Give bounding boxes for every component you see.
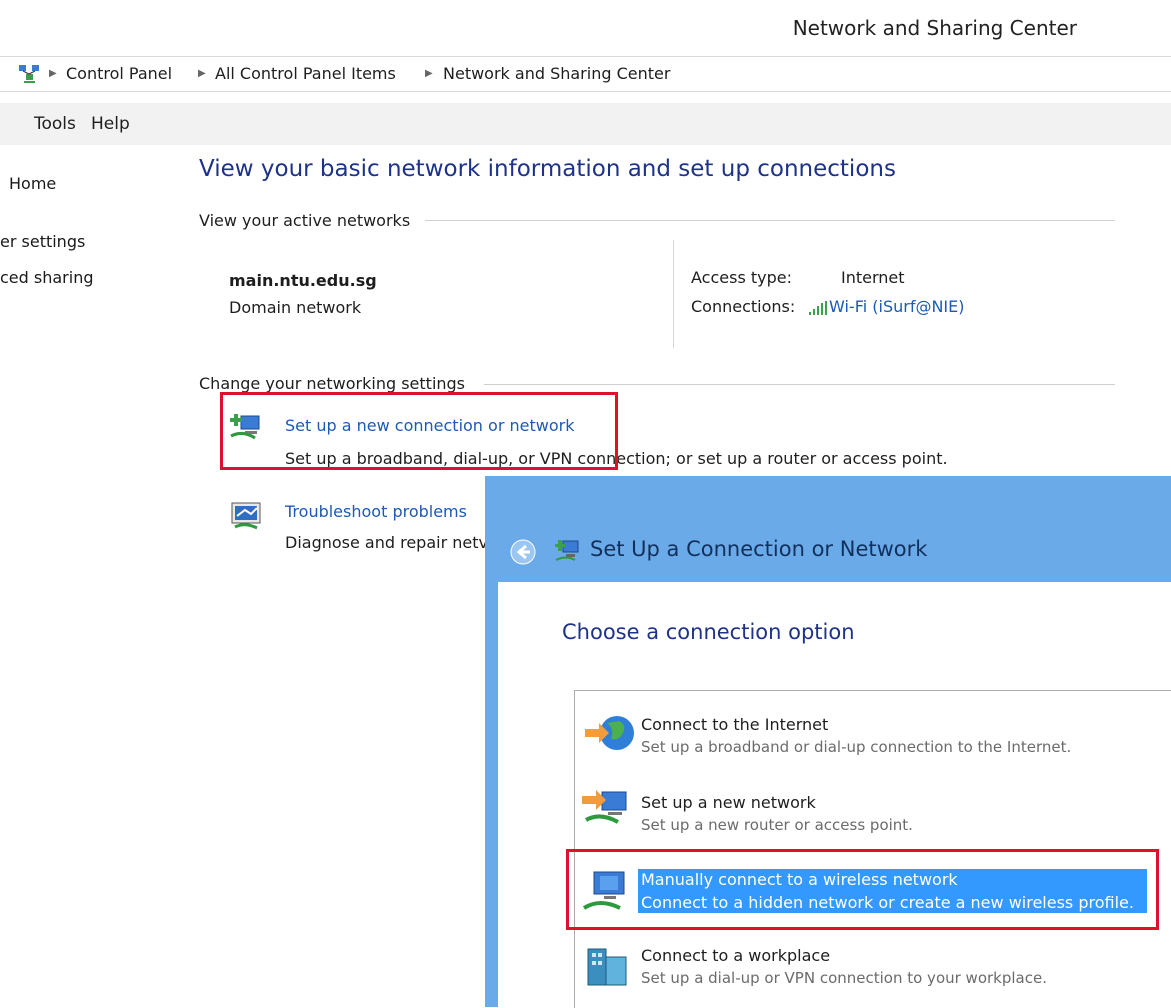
network-name: main.ntu.edu.sg (229, 271, 377, 290)
nav-adapter-settings-link[interactable]: er settings (0, 232, 85, 251)
back-arrow-icon[interactable] (510, 539, 536, 565)
section-divider (484, 384, 1115, 385)
change-settings-label: Change your networking settings (199, 374, 466, 393)
wifi-signal-icon (809, 301, 827, 315)
new-network-icon (582, 790, 627, 824)
option-title[interactable]: Connect to the Internet (641, 715, 828, 734)
wifi-connection-link[interactable]: Wi-Fi (iSurf@NIE) (829, 297, 965, 316)
nav-advanced-sharing-link[interactable]: ced sharing (0, 268, 93, 287)
network-type: Domain network (229, 298, 362, 317)
menu-help[interactable]: Help (91, 114, 130, 134)
network-center-icon (19, 65, 39, 83)
breadcrumb-all-items[interactable]: All Control Panel Items (215, 64, 396, 83)
troubleshoot-icon (231, 502, 261, 530)
breadcrumb-separator-icon: ▶ (49, 68, 57, 79)
connections-label: Connections: (691, 297, 796, 316)
dialog-title: Set Up a Connection or Network (590, 537, 928, 561)
window-title: Network and Sharing Center (792, 16, 1077, 40)
active-networks-label: View your active networks (199, 211, 411, 230)
option-description[interactable]: Set up a new router or access point. (641, 816, 913, 834)
menu-tools[interactable]: Tools (34, 114, 76, 134)
access-type-label: Access type: (691, 268, 792, 287)
option-description[interactable]: Set up a broadband or dial-up connection… (641, 738, 1071, 756)
option-title[interactable]: Set up a new network (641, 793, 816, 812)
troubleshoot-link[interactable]: Troubleshoot problems (285, 502, 467, 521)
dialog-heading: Choose a connection option (562, 620, 855, 644)
highlight-box (220, 392, 618, 470)
title-bar: Network and Sharing Center (0, 0, 1171, 56)
breadcrumb-control-panel[interactable]: Control Panel (66, 64, 172, 83)
workplace-icon (587, 948, 627, 986)
globe-icon (585, 716, 634, 750)
breadcrumb-separator-icon[interactable]: ▶ (198, 68, 206, 79)
troubleshoot-desc: Diagnose and repair netv (285, 533, 488, 552)
vertical-divider (673, 240, 674, 348)
page-title: View your basic network information and … (199, 156, 896, 182)
option-title[interactable]: Connect to a workplace (641, 946, 830, 965)
highlight-box (566, 849, 1159, 930)
nav-home-link[interactable]: Home (9, 174, 56, 193)
breadcrumb-network-center[interactable]: Network and Sharing Center (443, 64, 670, 83)
option-description[interactable]: Set up a dial-up or VPN connection to yo… (641, 969, 1047, 987)
menu-bar: Tools Help (0, 103, 1171, 145)
address-bar[interactable]: ▶ Control Panel ▶ All Control Panel Item… (0, 56, 1171, 92)
access-type-value: Internet (841, 268, 905, 287)
section-divider (425, 220, 1115, 221)
breadcrumb-separator-icon[interactable]: ▶ (425, 68, 433, 79)
dialog-network-icon (555, 540, 579, 561)
